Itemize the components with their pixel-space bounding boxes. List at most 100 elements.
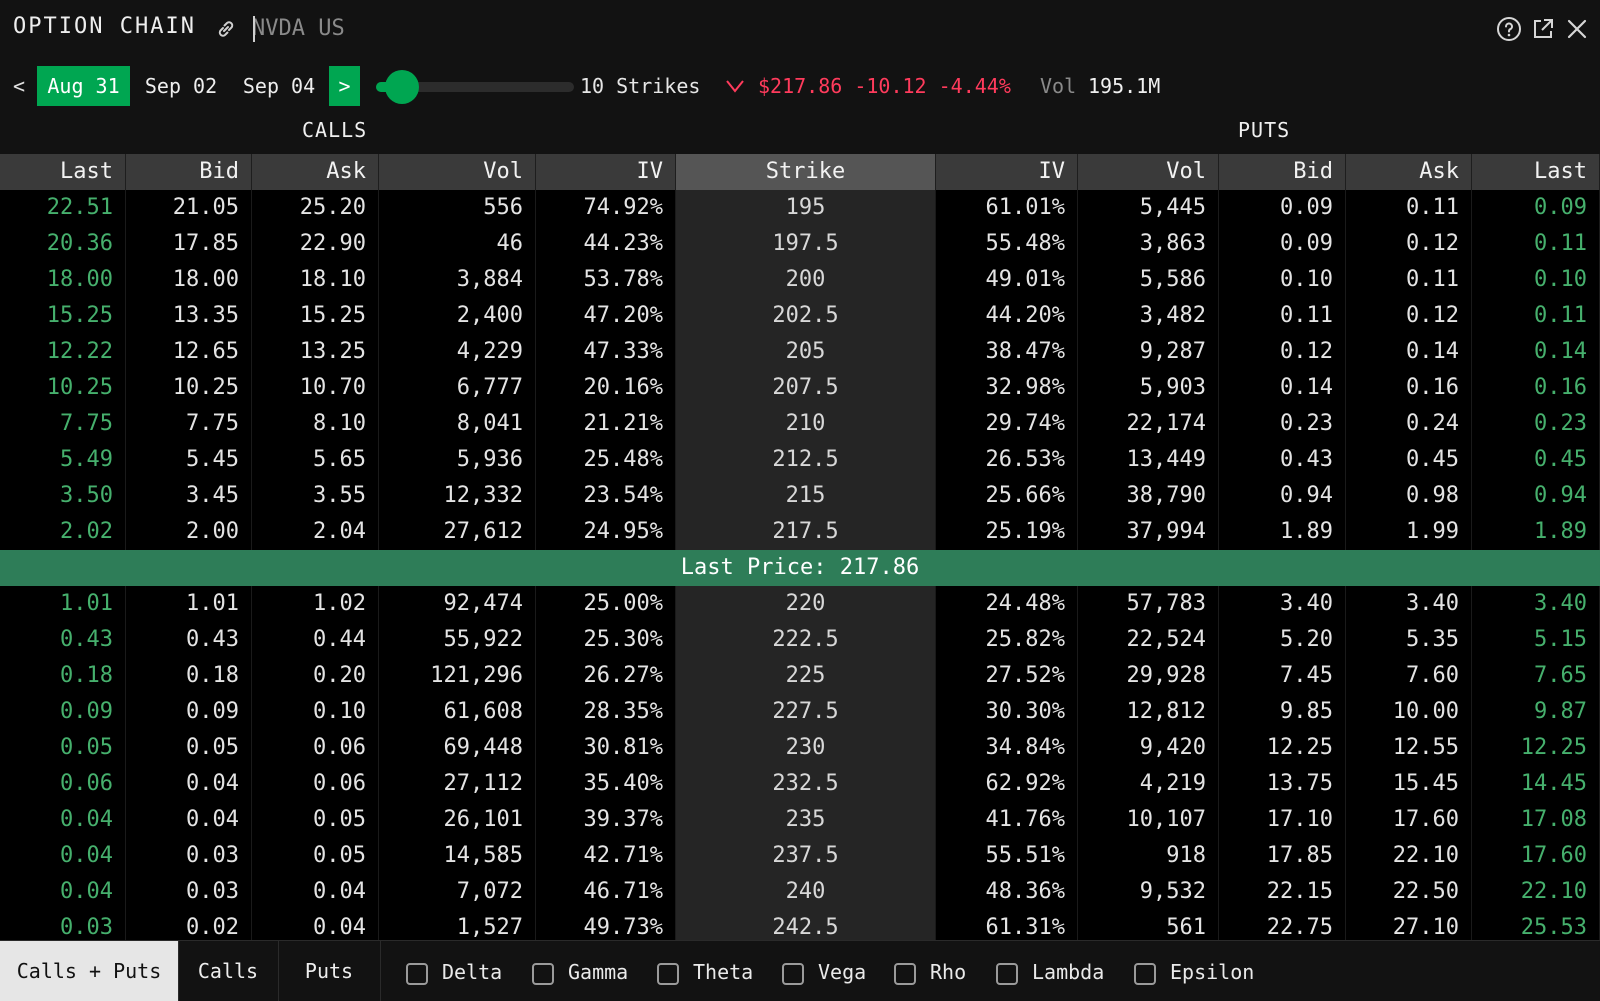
call-iv-cell[interactable]: 24.95% bbox=[536, 514, 676, 550]
table-row[interactable]: 0.04 0.04 0.05 26,101 39.37% 235 41.76% 10,107 1… bbox=[0, 802, 1600, 838]
put-ask-cell[interactable]: 17.60 bbox=[1346, 802, 1472, 838]
call-vol-cell[interactable]: 26,101 bbox=[379, 802, 536, 838]
call-last-cell[interactable]: 0.04 bbox=[0, 838, 126, 874]
call-ask-cell[interactable]: 2.04 bbox=[252, 514, 379, 550]
call-iv-cell[interactable]: 49.73% bbox=[536, 910, 676, 940]
tab-calls[interactable]: Calls bbox=[178, 941, 279, 1001]
call-ask-cell[interactable]: 13.25 bbox=[252, 334, 379, 370]
put-vol-cell[interactable]: 57,783 bbox=[1078, 586, 1219, 622]
put-vol-cell[interactable]: 12,812 bbox=[1078, 694, 1219, 730]
call-vol-cell[interactable]: 4,229 bbox=[379, 334, 536, 370]
put-last-cell[interactable]: 0.11 bbox=[1472, 226, 1600, 262]
put-iv-cell[interactable]: 25.19% bbox=[936, 514, 1078, 550]
put-vol-cell[interactable]: 3,482 bbox=[1078, 298, 1219, 334]
call-iv-cell[interactable]: 20.16% bbox=[536, 370, 676, 406]
put-bid-cell[interactable]: 13.75 bbox=[1219, 766, 1346, 802]
call-last-cell[interactable]: 0.09 bbox=[0, 694, 126, 730]
put-bid-cell[interactable]: 3.40 bbox=[1219, 586, 1346, 622]
call-bid-cell[interactable]: 0.09 bbox=[126, 694, 252, 730]
call-ask-cell[interactable]: 0.10 bbox=[252, 694, 379, 730]
checkbox-icon[interactable] bbox=[657, 962, 679, 985]
call-last-cell[interactable]: 1.01 bbox=[0, 586, 126, 622]
expiry-tab-aug31[interactable]: Aug 31 bbox=[37, 66, 130, 106]
put-iv-cell[interactable]: 32.98% bbox=[936, 370, 1078, 406]
call-bid-cell[interactable]: 0.03 bbox=[126, 838, 252, 874]
greek-toggle-lambda[interactable]: Lambda bbox=[996, 959, 1104, 985]
put-vol-cell[interactable]: 9,287 bbox=[1078, 334, 1219, 370]
put-ask-cell[interactable]: 0.16 bbox=[1346, 370, 1472, 406]
call-iv-cell[interactable]: 35.40% bbox=[536, 766, 676, 802]
strike-cell[interactable]: 212.5 bbox=[676, 442, 936, 478]
put-vol-cell[interactable]: 9,420 bbox=[1078, 730, 1219, 766]
strike-cell[interactable]: 242.5 bbox=[676, 910, 936, 940]
call-vol-cell[interactable]: 6,777 bbox=[379, 370, 536, 406]
call-bid-cell[interactable]: 0.43 bbox=[126, 622, 252, 658]
put-iv-cell[interactable]: 34.84% bbox=[936, 730, 1078, 766]
call-vol-cell[interactable]: 121,296 bbox=[379, 658, 536, 694]
put-vol-cell[interactable]: 22,524 bbox=[1078, 622, 1219, 658]
put-ask-cell[interactable]: 0.12 bbox=[1346, 298, 1472, 334]
ticker-input[interactable] bbox=[252, 12, 472, 44]
call-last-cell[interactable]: 3.50 bbox=[0, 478, 126, 514]
strike-cell[interactable]: 232.5 bbox=[676, 766, 936, 802]
call-vol-cell[interactable]: 1,527 bbox=[379, 910, 536, 940]
call-ask-cell[interactable]: 15.25 bbox=[252, 298, 379, 334]
call-ask-cell[interactable]: 0.44 bbox=[252, 622, 379, 658]
put-bid-cell[interactable]: 9.85 bbox=[1219, 694, 1346, 730]
call-vol-cell[interactable]: 7,072 bbox=[379, 874, 536, 910]
call-bid-cell[interactable]: 3.45 bbox=[126, 478, 252, 514]
call-ask-cell[interactable]: 8.10 bbox=[252, 406, 379, 442]
put-iv-cell[interactable]: 25.82% bbox=[936, 622, 1078, 658]
put-vol-cell[interactable]: 37,994 bbox=[1078, 514, 1219, 550]
call-bid-cell[interactable]: 18.00 bbox=[126, 262, 252, 298]
call-iv-cell[interactable]: 39.37% bbox=[536, 802, 676, 838]
put-iv-cell[interactable]: 49.01% bbox=[936, 262, 1078, 298]
table-row[interactable]: 3.50 3.45 3.55 12,332 23.54% 215 25.66% 38,790 0… bbox=[0, 478, 1600, 514]
checkbox-icon[interactable] bbox=[532, 962, 554, 985]
put-last-cell[interactable]: 0.09 bbox=[1472, 190, 1600, 226]
call-last-cell[interactable]: 0.03 bbox=[0, 910, 126, 940]
call-bid-cell[interactable]: 10.25 bbox=[126, 370, 252, 406]
put-last-cell[interactable]: 17.08 bbox=[1472, 802, 1600, 838]
call-iv-cell[interactable]: 53.78% bbox=[536, 262, 676, 298]
put-vol-cell[interactable]: 22,174 bbox=[1078, 406, 1219, 442]
put-ask-cell[interactable]: 22.50 bbox=[1346, 874, 1472, 910]
column-header-put-iv[interactable]: IV bbox=[936, 154, 1078, 190]
put-last-cell[interactable]: 3.40 bbox=[1472, 586, 1600, 622]
put-ask-cell[interactable]: 3.40 bbox=[1346, 586, 1472, 622]
table-row[interactable]: 0.06 0.04 0.06 27,112 35.40% 232.5 62.92% 4,219… bbox=[0, 766, 1600, 802]
greek-toggle-rho[interactable]: Rho bbox=[894, 959, 966, 985]
call-last-cell[interactable]: 18.00 bbox=[0, 262, 126, 298]
put-iv-cell[interactable]: 48.36% bbox=[936, 874, 1078, 910]
put-iv-cell[interactable]: 29.74% bbox=[936, 406, 1078, 442]
table-row[interactable]: 12.22 12.65 13.25 4,229 47.33% 205 38.47% 9,287… bbox=[0, 334, 1600, 370]
call-iv-cell[interactable]: 30.81% bbox=[536, 730, 676, 766]
checkbox-icon[interactable] bbox=[996, 962, 1018, 985]
put-ask-cell[interactable]: 27.10 bbox=[1346, 910, 1472, 940]
table-row[interactable]: 18.00 18.00 18.10 3,884 53.78% 200 49.01% 5,586… bbox=[0, 262, 1600, 298]
column-header-call-vol[interactable]: Vol bbox=[379, 154, 536, 190]
put-last-cell[interactable]: 5.15 bbox=[1472, 622, 1600, 658]
call-bid-cell[interactable]: 17.85 bbox=[126, 226, 252, 262]
greek-toggle-gamma[interactable]: Gamma bbox=[532, 959, 628, 985]
put-bid-cell[interactable]: 22.75 bbox=[1219, 910, 1346, 940]
call-vol-cell[interactable]: 556 bbox=[379, 190, 536, 226]
call-bid-cell[interactable]: 0.05 bbox=[126, 730, 252, 766]
table-row[interactable]: 5.49 5.45 5.65 5,936 25.48% 212.5 26.53% 13,449… bbox=[0, 442, 1600, 478]
call-ask-cell[interactable]: 10.70 bbox=[252, 370, 379, 406]
table-row[interactable]: 1.01 1.01 1.02 92,474 25.00% 220 24.48% 57,783 3… bbox=[0, 586, 1600, 622]
put-last-cell[interactable]: 0.10 bbox=[1472, 262, 1600, 298]
put-vol-cell[interactable]: 9,532 bbox=[1078, 874, 1219, 910]
call-ask-cell[interactable]: 0.06 bbox=[252, 766, 379, 802]
put-last-cell[interactable]: 25.53 bbox=[1472, 910, 1600, 940]
strike-cell[interactable]: 202.5 bbox=[676, 298, 936, 334]
table-row[interactable]: 10.25 10.25 10.70 6,777 20.16% 207.5 32.98% 5,9… bbox=[0, 370, 1600, 406]
column-header-call-last[interactable]: Last bbox=[0, 154, 126, 190]
column-header-put-bid[interactable]: Bid bbox=[1219, 154, 1346, 190]
put-bid-cell[interactable]: 5.20 bbox=[1219, 622, 1346, 658]
call-bid-cell[interactable]: 13.35 bbox=[126, 298, 252, 334]
column-header-put-ask[interactable]: Ask bbox=[1346, 154, 1472, 190]
checkbox-icon[interactable] bbox=[406, 962, 428, 985]
table-row[interactable]: 0.03 0.02 0.04 1,527 49.73% 242.5 61.31% 561 22.… bbox=[0, 910, 1600, 940]
call-bid-cell[interactable]: 1.01 bbox=[126, 586, 252, 622]
